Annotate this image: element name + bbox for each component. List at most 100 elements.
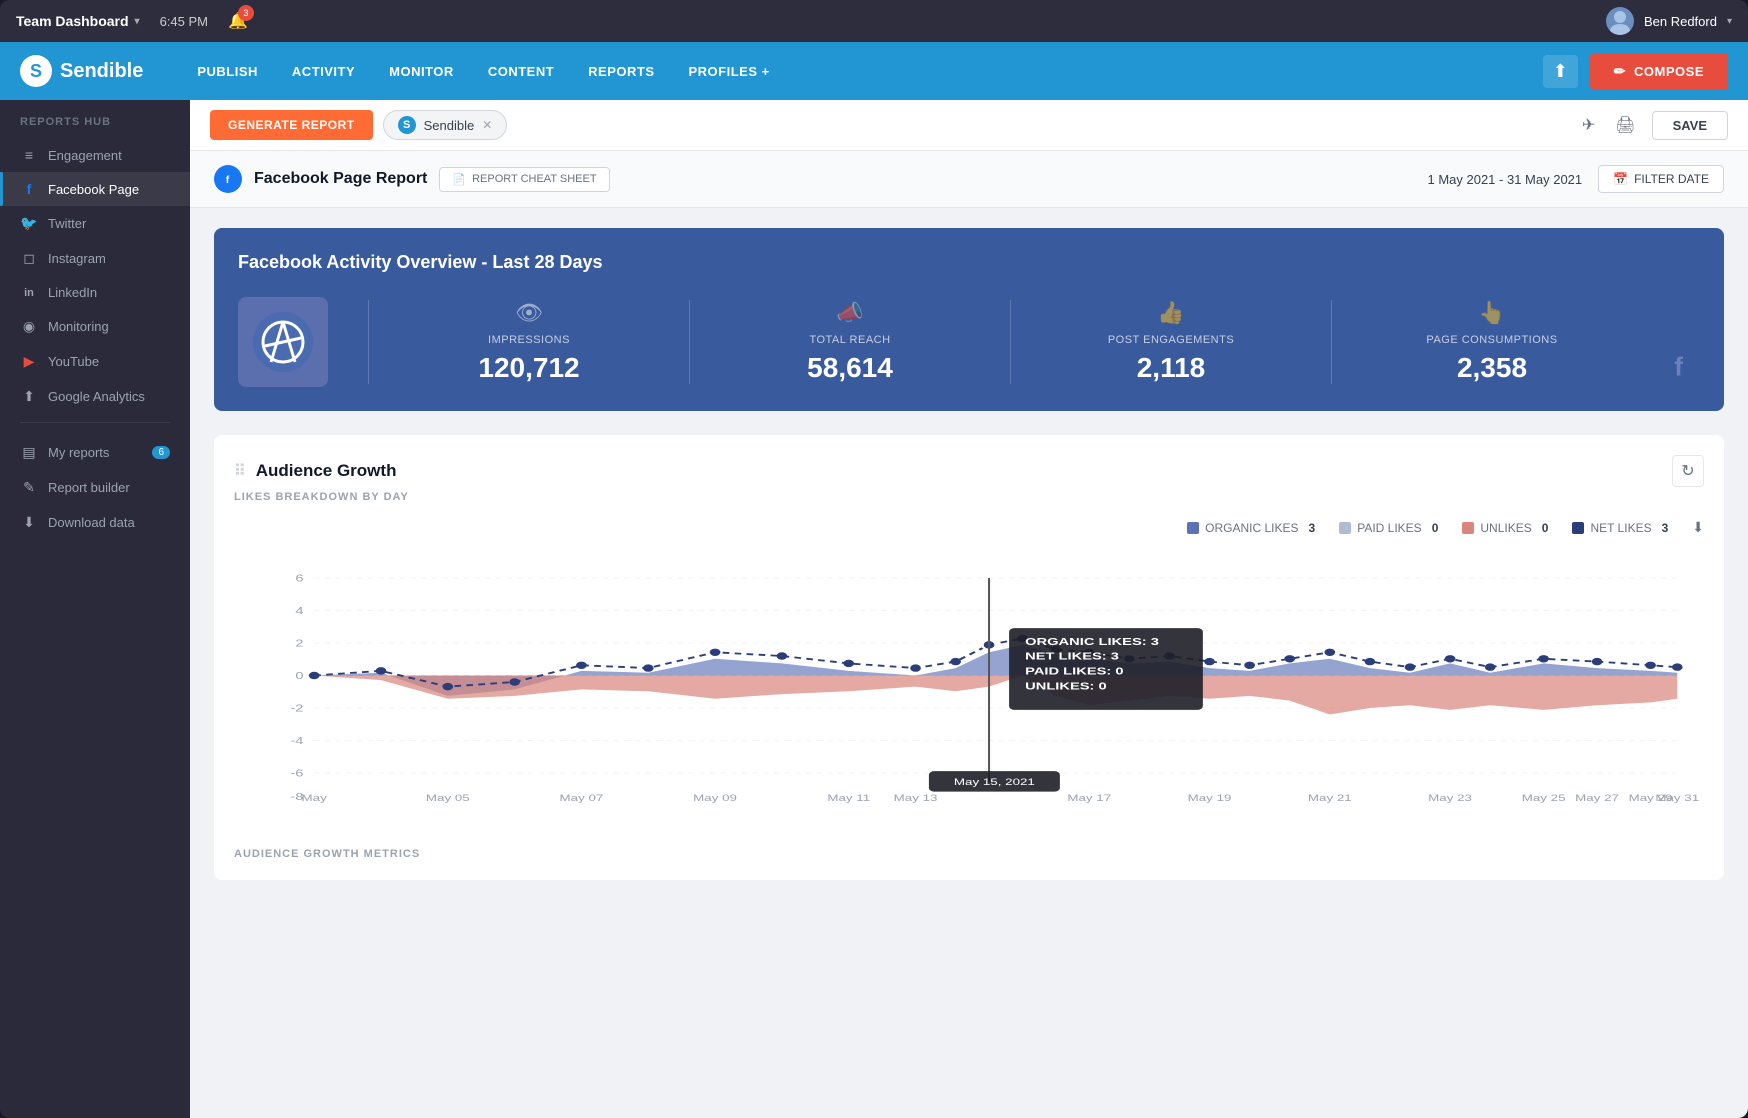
audience-metrics-label: AUDIENCE GROWTH METRICS bbox=[234, 848, 1704, 860]
avatar bbox=[1606, 7, 1634, 35]
legend-paid-dot bbox=[1339, 522, 1351, 534]
svg-text:May: May bbox=[302, 794, 328, 804]
download-icon: ⬇ bbox=[20, 514, 38, 531]
nav-publish[interactable]: PUBLISH bbox=[183, 56, 272, 87]
instagram-icon: ◻ bbox=[20, 250, 38, 267]
svg-text:f: f bbox=[226, 174, 230, 186]
nav-profiles[interactable]: PROFILES + bbox=[675, 56, 784, 87]
stat-impressions: 👁 IMPRESSIONS 120,712 bbox=[368, 300, 689, 384]
current-time: 6:45 PM bbox=[160, 14, 208, 29]
tab-chip-label: Sendible bbox=[424, 118, 475, 133]
fb-report-icon: f bbox=[214, 165, 242, 193]
sendible-tab[interactable]: S Sendible ✕ bbox=[383, 110, 508, 140]
top-bar-right: Ben Redford ▾ bbox=[1606, 7, 1732, 35]
reports-bar-right: ✈ 🖨 SAVE bbox=[1578, 111, 1728, 140]
chart-legend: ORGANIC LIKES 3 PAID LIKES 0 UNLIKES 0 bbox=[234, 519, 1704, 536]
svg-text:0: 0 bbox=[295, 670, 303, 681]
cheat-sheet-button[interactable]: 📄 REPORT CHEAT SHEET bbox=[439, 167, 609, 192]
reach-icon: 📣 bbox=[710, 300, 990, 326]
generate-report-button[interactable]: GENERATE REPORT bbox=[210, 110, 373, 140]
facebook-icon: f bbox=[20, 181, 38, 197]
sidebar-item-facebook[interactable]: f Facebook Page bbox=[0, 172, 190, 206]
svg-text:May 17: May 17 bbox=[1067, 794, 1111, 804]
dashboard-chevron[interactable]: ▾ bbox=[135, 16, 140, 27]
sidebar-item-linkedin[interactable]: in LinkedIn bbox=[0, 276, 190, 309]
sidebar-item-engagement[interactable]: ≡ Engagement bbox=[0, 138, 190, 172]
nav-items: PUBLISH ACTIVITY MONITOR CONTENT REPORTS… bbox=[183, 56, 783, 87]
report-builder-icon: ✎ bbox=[20, 479, 38, 496]
refresh-button[interactable]: ↻ bbox=[1672, 455, 1704, 487]
report-title: Facebook Page Report bbox=[254, 170, 427, 188]
sidebar-item-monitoring[interactable]: ◉ Monitoring bbox=[0, 309, 190, 344]
consumptions-icon: 👆 bbox=[1352, 300, 1632, 326]
logo: S Sendible bbox=[20, 55, 143, 87]
chart-download-icon[interactable]: ⬇ bbox=[1692, 519, 1704, 536]
main-layout: REPORTS HUB ≡ Engagement f Facebook Page… bbox=[0, 100, 1748, 1118]
logo-icon: S bbox=[20, 55, 52, 87]
sidebar: REPORTS HUB ≡ Engagement f Facebook Page… bbox=[0, 100, 190, 1118]
engagement-icon: ≡ bbox=[20, 147, 38, 163]
svg-text:6: 6 bbox=[295, 573, 303, 584]
compose-button[interactable]: ✏ COMPOSE bbox=[1590, 53, 1728, 90]
nav-bar: S Sendible PUBLISH ACTIVITY MONITOR CONT… bbox=[0, 42, 1748, 100]
svg-text:-2: -2 bbox=[290, 703, 303, 714]
report-header: f Facebook Page Report 📄 REPORT CHEAT SH… bbox=[190, 151, 1748, 208]
sidebar-item-youtube[interactable]: ▶ YouTube bbox=[0, 344, 190, 379]
my-reports-badge: 6 bbox=[152, 446, 170, 459]
overview-facebook-icon: f bbox=[1652, 352, 1700, 387]
notification-count: 3 bbox=[238, 5, 254, 21]
svg-text:May 07: May 07 bbox=[560, 794, 604, 804]
save-button[interactable]: SAVE bbox=[1652, 111, 1728, 140]
chart-header: ⠿ Audience Growth ↻ bbox=[234, 455, 1704, 487]
tab-chip-logo: S bbox=[398, 116, 416, 134]
svg-text:May 05: May 05 bbox=[426, 794, 470, 804]
svg-text:f: f bbox=[1674, 353, 1683, 380]
sidebar-divider bbox=[20, 422, 170, 423]
nav-monitor[interactable]: MONITOR bbox=[375, 56, 468, 87]
legend-net-dot bbox=[1572, 522, 1584, 534]
chart-title: ⠿ Audience Growth bbox=[234, 461, 396, 481]
report-header-right: 1 May 2021 - 31 May 2021 📅 FILTER DATE bbox=[1427, 165, 1724, 193]
sidebar-item-download-data[interactable]: ⬇ Download data bbox=[0, 505, 190, 540]
my-reports-icon: ▤ bbox=[20, 444, 38, 461]
nav-reports[interactable]: REPORTS bbox=[574, 56, 668, 87]
svg-text:May 11: May 11 bbox=[827, 794, 870, 804]
logo-text[interactable]: Sendible bbox=[60, 60, 143, 83]
sidebar-item-twitter[interactable]: 🐦 Twitter bbox=[0, 206, 190, 241]
notifications-bell[interactable]: 🔔 3 bbox=[228, 11, 248, 31]
dashboard-title[interactable]: Team Dashboard ▾ bbox=[16, 13, 140, 29]
monitoring-icon: ◉ bbox=[20, 318, 38, 335]
stat-post-engagements: 👍 POST ENGAGEMENTS 2,118 bbox=[1010, 300, 1331, 384]
svg-text:May 27: May 27 bbox=[1575, 794, 1619, 804]
youtube-icon: ▶ bbox=[20, 353, 38, 370]
filter-date-button[interactable]: 📅 FILTER DATE bbox=[1598, 165, 1724, 193]
print-icon[interactable]: 🖨 bbox=[1611, 111, 1639, 139]
sidebar-item-instagram[interactable]: ◻ Instagram bbox=[0, 241, 190, 276]
legend-net-likes: NET LIKES 3 bbox=[1572, 521, 1668, 535]
sidebar-item-report-builder[interactable]: ✎ Report builder bbox=[0, 470, 190, 505]
nav-right: ⬆ ✏ COMPOSE bbox=[1543, 53, 1728, 90]
svg-text:NET LIKES: 3: NET LIKES: 3 bbox=[1025, 651, 1119, 662]
top-bar: Team Dashboard ▾ 6:45 PM 🔔 3 Ben Redford… bbox=[0, 0, 1748, 42]
twitter-icon: 🐦 bbox=[20, 215, 38, 232]
compose-icon: ✏ bbox=[1614, 63, 1626, 80]
user-name[interactable]: Ben Redford bbox=[1644, 14, 1717, 29]
svg-text:May 31: May 31 bbox=[1655, 794, 1699, 804]
sidebar-item-google-analytics[interactable]: ⬆ Google Analytics bbox=[0, 379, 190, 414]
sidebar-item-my-reports[interactable]: ▤ My reports 6 bbox=[0, 435, 190, 470]
legend-organic-likes: ORGANIC LIKES 3 bbox=[1187, 521, 1315, 535]
stat-page-consumptions: 👆 PAGE CONSUMPTIONS 2,358 bbox=[1331, 300, 1652, 384]
svg-text:May 13: May 13 bbox=[894, 794, 938, 804]
svg-text:May 09: May 09 bbox=[693, 794, 737, 804]
upload-button[interactable]: ⬆ bbox=[1543, 55, 1578, 88]
chart-subtitle: LIKES BREAKDOWN BY DAY bbox=[234, 491, 1704, 503]
report-title-area: f Facebook Page Report 📄 REPORT CHEAT SH… bbox=[214, 165, 610, 193]
drag-handle-icon[interactable]: ⠿ bbox=[234, 461, 246, 481]
nav-content[interactable]: CONTENT bbox=[474, 56, 568, 87]
content-area: GENERATE REPORT S Sendible ✕ ✈ 🖨 SAVE f bbox=[190, 100, 1748, 1118]
user-menu-chevron[interactable]: ▾ bbox=[1727, 16, 1732, 27]
nav-activity[interactable]: ACTIVITY bbox=[278, 56, 369, 87]
share-icon[interactable]: ✈ bbox=[1578, 111, 1599, 139]
svg-text:May 25: May 25 bbox=[1522, 794, 1566, 804]
tab-close-icon[interactable]: ✕ bbox=[482, 118, 492, 132]
